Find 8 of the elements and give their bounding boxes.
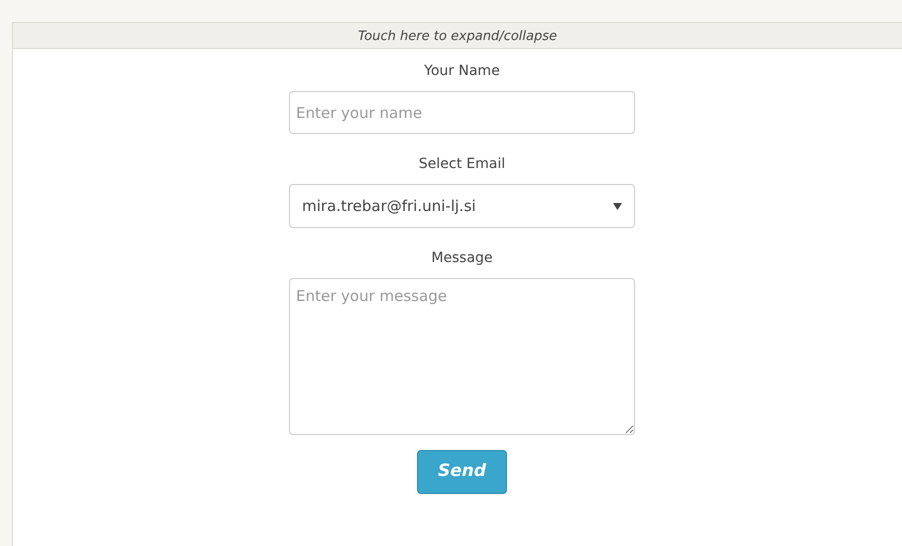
field-label: Message — [431, 249, 493, 268]
field-label: Select Email — [418, 155, 506, 174]
message-field[interactable]: Enter your message — [289, 278, 635, 435]
email-select[interactable]: mira.trebar@fri.uni-lj.si — [289, 184, 635, 228]
field-label: Your Name — [424, 62, 500, 81]
collapse-header[interactable]: Touch here to expand/collapse — [13, 22, 902, 49]
name-field[interactable]: Enter your name — [289, 91, 635, 134]
caret-icon — [613, 202, 622, 210]
